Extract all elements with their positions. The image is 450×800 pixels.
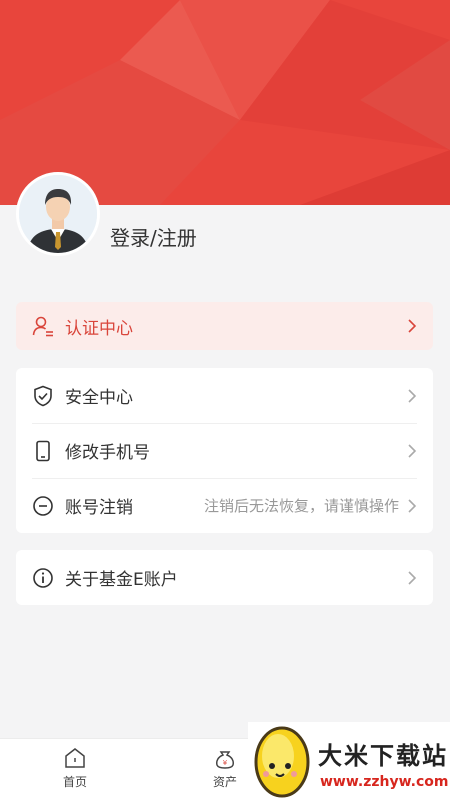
account-cancel-label: 账号注销 bbox=[65, 498, 133, 518]
profile-section: 登录/注册 bbox=[16, 172, 436, 258]
home-icon bbox=[65, 748, 85, 768]
chevron-right-icon bbox=[408, 498, 417, 513]
login-register-link[interactable]: 登录/注册 bbox=[110, 222, 197, 251]
settings-card: 安全中心 修改手机号 账号注销 注销后无法恢复，请谨慎操作 bbox=[16, 368, 433, 533]
avatar[interactable] bbox=[16, 172, 100, 256]
chevron-right-icon bbox=[408, 443, 417, 458]
watermark-url: www.zzhyw.com bbox=[320, 774, 449, 790]
user-card-icon bbox=[30, 313, 56, 339]
money-bag-icon: ¥ bbox=[216, 751, 234, 769]
change-phone-item[interactable]: 修改手机号 bbox=[16, 423, 433, 478]
watermark: 大米下载站 www.zzhyw.com bbox=[248, 722, 450, 800]
info-icon bbox=[30, 565, 56, 591]
auth-center-item[interactable]: 认证中心 bbox=[16, 302, 433, 350]
chevron-right-icon bbox=[408, 570, 417, 585]
auth-center-label: 认证中心 bbox=[65, 318, 133, 339]
user-avatar-icon bbox=[19, 175, 97, 253]
about-card: 关于基金E账户 bbox=[16, 550, 433, 605]
about-item[interactable]: 关于基金E账户 bbox=[16, 550, 433, 605]
account-cancel-hint: 注销后无法恢复，请谨慎操作 bbox=[203, 497, 399, 515]
minus-circle-icon bbox=[30, 493, 56, 519]
tab-home[interactable]: 首页 bbox=[35, 739, 115, 800]
rice-logo-icon bbox=[254, 726, 310, 798]
svg-text:¥: ¥ bbox=[223, 759, 228, 767]
account-cancel-item[interactable]: 账号注销 注销后无法恢复，请谨慎操作 bbox=[16, 478, 433, 533]
chevron-right-icon bbox=[408, 388, 417, 403]
watermark-title: 大米下载站 bbox=[318, 742, 448, 770]
change-phone-label: 修改手机号 bbox=[65, 443, 150, 463]
about-label: 关于基金E账户 bbox=[65, 570, 178, 590]
shield-check-icon bbox=[30, 383, 56, 409]
security-center-label: 安全中心 bbox=[65, 388, 133, 408]
tab-home-label: 首页 bbox=[62, 775, 87, 789]
phone-icon bbox=[30, 438, 56, 464]
chevron-right-icon bbox=[408, 319, 417, 333]
security-center-item[interactable]: 安全中心 bbox=[16, 368, 433, 423]
